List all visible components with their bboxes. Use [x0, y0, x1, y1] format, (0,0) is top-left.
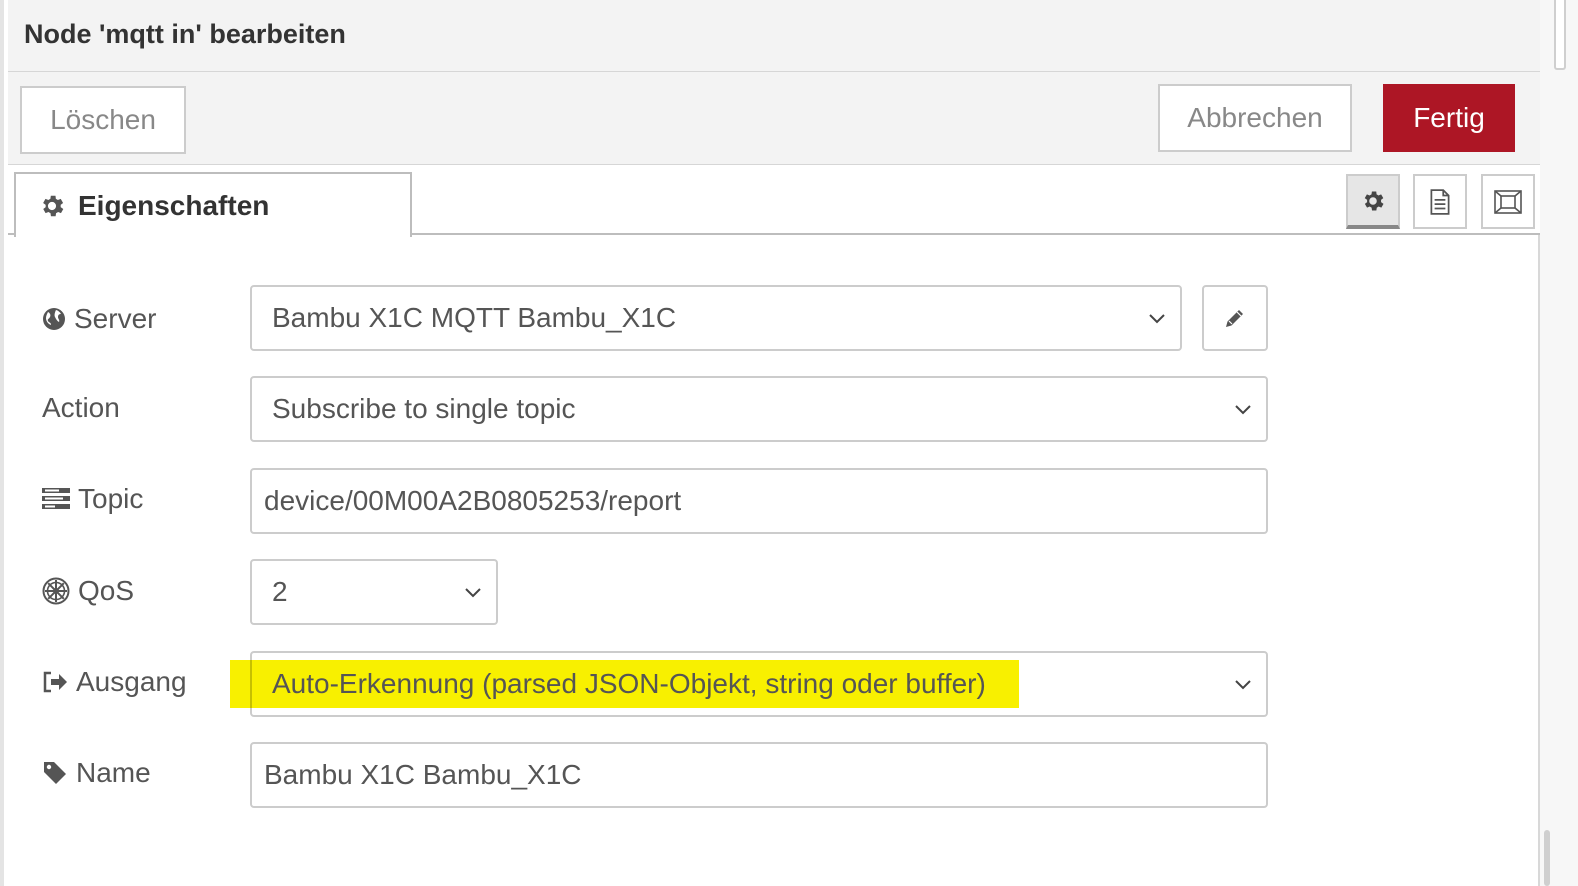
tab-bar: Eigenschaften [8, 165, 1542, 237]
name-input-value: Bambu X1C Bambu_X1C [264, 759, 582, 790]
delete-button[interactable]: Löschen [20, 86, 186, 154]
edit-server-button[interactable] [1202, 285, 1268, 351]
tasks-icon [42, 488, 70, 509]
empire-icon [42, 577, 70, 605]
qos-select[interactable]: 2 [250, 559, 498, 625]
server-label: Server [42, 299, 156, 339]
server-select-value: Bambu X1C MQTT Bambu_X1C [272, 302, 677, 333]
name-label-text: Name [76, 757, 151, 788]
chevron-down-icon [1235, 680, 1251, 690]
dialog-title: Node 'mqtt in' bearbeiten [24, 19, 346, 49]
dialog-toolbar: Löschen Abbrechen Fertig [8, 72, 1542, 165]
edit-tray: Node 'mqtt in' bearbeiten Löschen Abbrec… [0, 0, 1542, 886]
topic-label: Topic [42, 479, 143, 519]
chevron-down-icon [465, 588, 481, 598]
done-button[interactable]: Fertig [1383, 84, 1515, 152]
dialog-header: Node 'mqtt in' bearbeiten [8, 0, 1542, 72]
tag-icon [44, 762, 66, 784]
output-label-text: Ausgang [76, 666, 187, 697]
topic-label-text: Topic [78, 483, 144, 514]
topic-input-value: device/00M00A2B0805253/report [264, 485, 682, 516]
action-label-text: Action [42, 392, 120, 423]
sign-out-icon [43, 671, 67, 693]
cancel-button[interactable]: Abbrechen [1158, 84, 1352, 152]
name-label: Name [42, 753, 151, 793]
server-select[interactable]: Bambu X1C MQTT Bambu_X1C [250, 285, 1182, 351]
pencil-icon [1226, 310, 1243, 327]
appearance-icon [1494, 189, 1522, 214]
server-label-text: Server [74, 303, 157, 334]
scrollbar-top[interactable] [1554, 0, 1566, 70]
qos-label: QoS [42, 571, 134, 611]
name-input[interactable]: Bambu X1C Bambu_X1C [250, 742, 1268, 808]
tab-button-appearance[interactable] [1481, 174, 1535, 229]
action-select-value: Subscribe to single topic [272, 393, 576, 424]
gear-icon [43, 195, 64, 216]
tab-button-properties[interactable] [1346, 174, 1400, 229]
side-scroll-area [1540, 0, 1578, 886]
qos-select-value: 2 [272, 576, 288, 607]
description-icon [1430, 188, 1450, 215]
action-select[interactable]: Subscribe to single topic [250, 376, 1268, 442]
globe-icon [43, 308, 65, 330]
chevron-down-icon [1235, 405, 1251, 415]
gear-icon [1364, 190, 1384, 211]
topic-input[interactable]: device/00M00A2B0805253/report [250, 468, 1268, 534]
output-select-value: Auto-Erkennung (parsed JSON-Objekt, stri… [272, 668, 986, 699]
tab-button-description[interactable] [1413, 174, 1467, 229]
action-label: Action [42, 388, 120, 428]
tab-properties-label: Eigenschaften [78, 189, 270, 221]
chevron-down-icon [1149, 314, 1165, 324]
scrollbar-thumb[interactable] [1544, 830, 1550, 886]
tab-properties[interactable]: Eigenschaften [14, 172, 412, 237]
output-label: Ausgang [42, 662, 187, 702]
qos-label-text: QoS [78, 575, 135, 606]
